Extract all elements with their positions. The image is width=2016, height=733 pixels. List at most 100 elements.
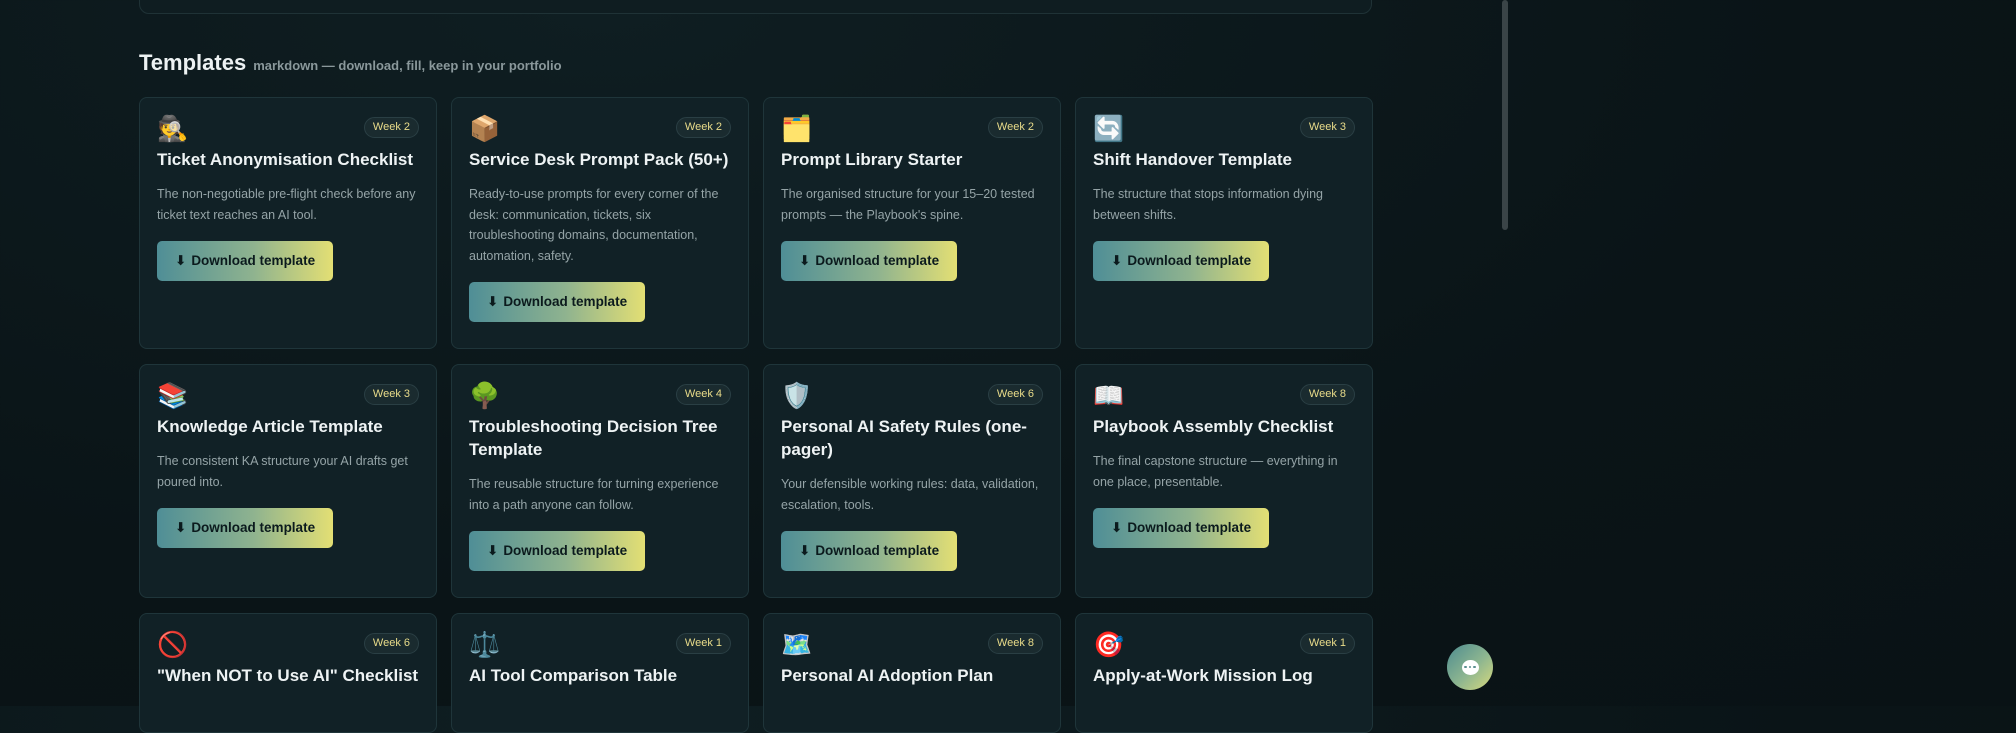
card-title: "When NOT to Use AI" Checklist <box>157 666 419 685</box>
week-badge: Week 2 <box>987 117 1043 138</box>
card-title: Personal AI Safety Rules (one-pager) <box>781 417 1027 459</box>
download-arrow-icon: ⬇ <box>175 520 187 536</box>
week-badge: Week 1 <box>1299 633 1355 654</box>
week-badge: Week 2 <box>363 117 419 138</box>
download-arrow-icon: ⬇ <box>1111 520 1123 536</box>
download-template-button[interactable]: ⬇ Download template <box>157 508 334 548</box>
card-title: Troubleshooting Decision Tree Template <box>469 417 718 459</box>
download-button-label: Download template <box>191 253 316 268</box>
week-badge: Week 3 <box>363 384 419 405</box>
download-template-button[interactable]: ⬇ Download template <box>781 241 958 281</box>
shield-icon: 🛡️ <box>781 381 813 410</box>
download-template-button[interactable]: ⬇ Download template <box>781 531 958 571</box>
download-arrow-icon: ⬇ <box>175 253 187 269</box>
template-card: 🛡️ Week 6 Personal AI Safety Rules (one-pa… <box>763 364 1061 598</box>
download-arrow-icon: ⬇ <box>799 253 811 269</box>
week-badge: Week 8 <box>987 633 1043 654</box>
scrollbar-thumb[interactable] <box>1502 0 1508 230</box>
section-subtitle: markdown — download, fill, keep in your … <box>253 58 562 73</box>
download-button-label: Download template <box>191 520 316 535</box>
card-title: Knowledge Article Template <box>157 417 383 436</box>
detective-icon: 🕵️ <box>157 114 189 143</box>
template-card: 🗂️ Week 2 Prompt Library Starter The organi… <box>763 97 1061 349</box>
card-description: The final capstone structure — everythin… <box>1093 454 1338 489</box>
download-template-button[interactable]: ⬇ Download template <box>469 531 646 571</box>
card-description: Your defensible working rules: data, val… <box>781 477 1039 512</box>
card-description: The structure that stops information dyi… <box>1093 187 1323 222</box>
template-card: 📖 Week 8 Playbook Assembly Checklist The fi… <box>1075 364 1373 598</box>
card-description: The consistent KA structure your AI draf… <box>157 454 408 489</box>
card-title: Playbook Assembly Checklist <box>1093 417 1334 436</box>
card-header: ⚖️ Week 1 <box>469 630 731 662</box>
template-card: ⚖️ Week 1 AI Tool Comparison Table <box>451 613 749 733</box>
week-badge: Week 8 <box>1299 384 1355 405</box>
download-arrow-icon: ⬇ <box>799 543 811 559</box>
card-title: Service Desk Prompt Pack (50+) <box>469 150 729 169</box>
download-arrow-icon: ⬇ <box>487 543 499 559</box>
card-title: Ticket Anonymisation Checklist <box>157 150 414 169</box>
card-header: 🌳 Week 4 <box>469 381 731 413</box>
week-badge: Week 4 <box>675 384 731 405</box>
download-template-button[interactable]: ⬇ Download template <box>1093 241 1270 281</box>
template-card: 🔄 Week 3 Shift Handover Template The struct… <box>1075 97 1373 349</box>
card-header: 🗂️ Week 2 <box>781 114 1043 146</box>
template-card: 🎯 Week 1 Apply-at-Work Mission Log <box>1075 613 1373 733</box>
week-badge: Week 6 <box>987 384 1043 405</box>
download-template-button[interactable]: ⬇ Download template <box>157 241 334 281</box>
download-button-label: Download template <box>1127 520 1252 535</box>
template-card: 📚 Week 3 Knowledge Article Template The con… <box>139 364 437 598</box>
tree-icon: 🌳 <box>469 381 501 410</box>
download-template-button[interactable]: ⬇ Download template <box>1093 508 1270 548</box>
card-description: The organised structure for your 15–20 t… <box>781 187 1035 222</box>
card-header: 📦 Week 2 <box>469 114 731 146</box>
card-title: Shift Handover Template <box>1093 150 1292 169</box>
download-arrow-icon: ⬇ <box>1111 253 1123 269</box>
card-header: 🗺️ Week 8 <box>781 630 1043 662</box>
template-card: 🕵️ Week 2 Ticket Anonymisation Checklist Th… <box>139 97 437 349</box>
card-header: 🎯 Week 1 <box>1093 630 1355 662</box>
template-card: 🚫 Week 6 "When NOT to Use AI" Checklist <box>139 613 437 733</box>
refresh-arrows-icon: 🔄 <box>1093 114 1125 143</box>
card-header: 🛡️ Week 6 <box>781 381 1043 413</box>
template-card: 📦 Week 2 Service Desk Prompt Pack (50+) Rea… <box>451 97 749 349</box>
map-icon: 🗺️ <box>781 630 813 659</box>
download-template-button[interactable]: ⬇ Download template <box>469 282 646 322</box>
card-header: 🔄 Week 3 <box>1093 114 1355 146</box>
card-description: Ready-to-use prompts for every corner of… <box>469 187 719 263</box>
card-header: 📖 Week 8 <box>1093 381 1355 413</box>
template-card: 🗺️ Week 8 Personal AI Adoption Plan <box>763 613 1061 733</box>
card-index-dividers-icon: 🗂️ <box>781 114 813 143</box>
open-book-icon: 📖 <box>1093 381 1125 410</box>
balance-scale-icon: ⚖️ <box>469 630 501 659</box>
template-card: 🌳 Week 4 Troubleshooting Decision Tree Tem… <box>451 364 749 598</box>
week-badge: Week 2 <box>675 117 731 138</box>
week-badge: Week 1 <box>675 633 731 654</box>
card-description: The reusable structure for turning exper… <box>469 477 719 512</box>
download-arrow-icon: ⬇ <box>487 294 499 310</box>
card-header: 📚 Week 3 <box>157 381 419 413</box>
card-description: The non-negotiable pre-flight check befo… <box>157 187 416 222</box>
card-title: Apply-at-Work Mission Log <box>1093 666 1313 685</box>
card-header: 🚫 Week 6 <box>157 630 419 662</box>
templates-section-header: Templates markdown — download, fill, kee… <box>139 50 562 76</box>
week-badge: Week 6 <box>363 633 419 654</box>
download-button-label: Download template <box>1127 253 1252 268</box>
section-title: Templates <box>139 50 247 75</box>
books-icon: 📚 <box>157 381 189 410</box>
download-button-label: Download template <box>503 543 628 558</box>
download-button-label: Download template <box>815 253 940 268</box>
target-icon: 🎯 <box>1093 630 1125 659</box>
card-title: Personal AI Adoption Plan <box>781 666 994 685</box>
card-title: Prompt Library Starter <box>781 150 963 169</box>
card-title: AI Tool Comparison Table <box>469 666 678 685</box>
prohibited-icon: 🚫 <box>157 630 189 659</box>
download-button-label: Download template <box>815 543 940 558</box>
templates-grid: 🕵️ Week 2 Ticket Anonymisation Checklist Th… <box>139 97 1373 733</box>
chat-bubble-icon <box>1461 659 1479 675</box>
card-header: 🕵️ Week 2 <box>157 114 419 146</box>
download-button-label: Download template <box>503 294 628 309</box>
chat-button[interactable] <box>1447 644 1493 690</box>
package-icon: 📦 <box>469 114 501 143</box>
week-badge: Week 3 <box>1299 117 1355 138</box>
previous-section-panel <box>139 0 1372 14</box>
